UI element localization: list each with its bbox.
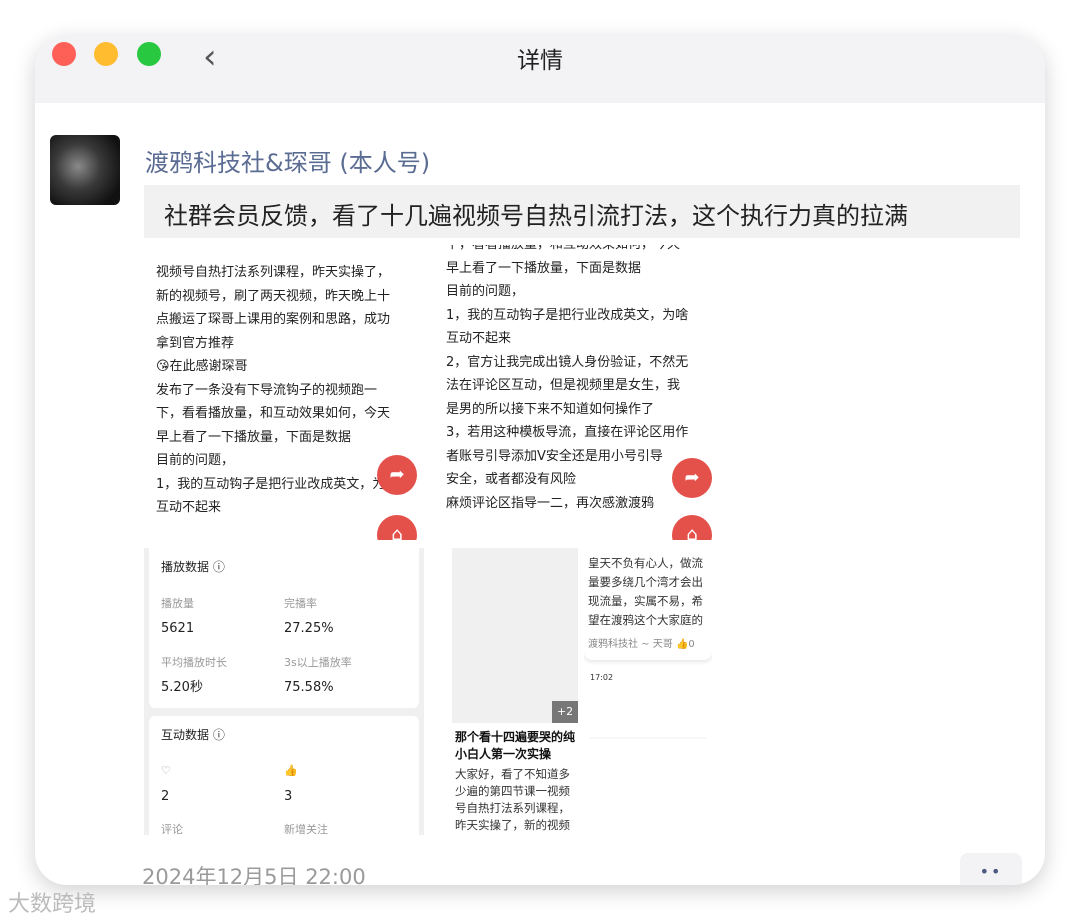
metric-label: 新增关注	[284, 823, 328, 835]
note-title: 那个看十四遍要哭的纯小白人第一次实操	[455, 730, 576, 761]
text-line: 互动不起来	[156, 500, 222, 515]
metric-value: 5.20秒	[161, 680, 203, 695]
metric: 新增关注4	[284, 818, 407, 835]
metric-value: 2	[161, 788, 170, 804]
like-icon[interactable]: 👍	[676, 639, 688, 650]
image-1-text: 视频号自热打法系列课程，昨天实操了， 新的视频号，刷了两天视频，昨天晚上十 点搬运了…	[156, 261, 412, 520]
home-icon[interactable]: ⌂	[672, 515, 712, 540]
image-3[interactable]: 播放数据 ⓘ 播放量 5621 完播率 27.25% 平均播放时长 5.20秒 3s以上播放…	[144, 548, 424, 835]
card-title: 互动数据 ⓘ	[161, 727, 225, 742]
metric: 完播率 27.25%	[284, 592, 407, 641]
metric: 👍 3	[284, 759, 407, 808]
text-line: 下，看看播放量，和互动效果如何，今天	[446, 245, 700, 257]
note-card: 皇天不负有心人，做流量要多绕几个湾才会出现流量，实属不易，希望在渡鸦这个大家庭的…	[584, 548, 712, 660]
metric: 播放量 5621	[161, 592, 284, 641]
avatar[interactable]	[50, 135, 120, 205]
author-name[interactable]: 渡鸦科技社&琛哥 (本人号)	[145, 143, 430, 178]
metric-label: 播放量	[161, 596, 194, 610]
post-timestamp: 2024年12月5日 22:00	[142, 865, 366, 885]
image-2-text: 下，看看播放量，和互动效果如何，今天早上看了一下播放量，下面是数据目前的问题， 1…	[446, 245, 700, 515]
text-line: 安全，或者都没有风险	[446, 472, 577, 487]
text-line: 😘在此感谢琛哥	[156, 359, 248, 374]
more-options-button[interactable]: ••	[960, 853, 1022, 885]
metric-label: 👍	[284, 764, 298, 777]
phone-time: 17:02	[590, 673, 614, 682]
metric-value: 27.25%	[284, 621, 334, 636]
image-5[interactable]: 皇天不负有心人，做流量要多绕几个湾才会出现流量，实属不易，希望在渡鸦这个大家庭的…	[584, 548, 712, 835]
metric: 平均播放时长 5.20秒	[161, 651, 284, 700]
title-bar: ‹ 详情	[35, 35, 1045, 103]
image-4[interactable]: +2 那个看十四遍要哭的纯小白人第一次实操 大家好，看了不知道多少遍的第四节课一…	[452, 548, 578, 835]
metric: 3s以上播放率 75.58%	[284, 651, 407, 700]
metric-value: 75.58%	[284, 680, 334, 695]
play-data-card: 播放数据 ⓘ 播放量 5621 完播率 27.25% 平均播放时长 5.20秒 3s以上播放…	[149, 548, 419, 708]
metric: ♡ 2	[161, 759, 284, 808]
share-icon[interactable]: ➦	[377, 455, 417, 495]
text-line: 1，我的互动钩子是把行业改成英文，为啥	[156, 476, 399, 492]
text-line: 发布了一条没有下导流钩子的视频跑一	[156, 382, 378, 398]
image-2[interactable]: 下，看看播放量，和互动效果如何，今天早上看了一下播放量，下面是数据目前的问题， 1…	[434, 245, 712, 540]
metric-value: 3	[284, 788, 293, 804]
interaction-data-card: 互动数据 ⓘ ♡2👍3评论5新增关注4	[149, 715, 419, 835]
text-line: 是男的所以接下来不知道如何操作了	[446, 401, 655, 417]
image-4-thumbnail: +2	[452, 548, 578, 723]
text-line: 互动不起来	[446, 331, 512, 346]
text-line: 者账号引导添加V安全还是用小号引导	[446, 448, 663, 464]
text-line: 拿到官方推荐	[156, 335, 235, 351]
text-line: 法在评论区互动，但是视频里是女生，我	[446, 378, 681, 393]
text-line: 3，若用这种模板导流，直接在评论区用作	[446, 425, 689, 440]
metric: 评论5	[161, 818, 284, 835]
text-line: 麻烦评论区指导一二，再次感激渡鸦	[446, 495, 655, 511]
text-line: 早上看了一下播放量，下面是数据	[446, 260, 642, 276]
text-line: 点搬运了琛哥上课用的案例和思路，成功	[156, 312, 391, 327]
metric-label: 完播率	[284, 596, 317, 610]
metric-label: 评论	[161, 823, 183, 835]
note-body: 大家好，看了不知道多少遍的第四节课一视频号自热打法系列课程，昨天实操了，新的视频…	[455, 767, 570, 832]
text-line: 早上看了一下播放量，下面是数据	[156, 429, 352, 445]
metric-label: 3s以上播放率	[284, 655, 352, 669]
image-1[interactable]: 视频号自热打法系列课程，昨天实操了， 新的视频号，刷了两天视频，昨天晚上十 点搬运了…	[144, 257, 424, 540]
text-line: 下，看看播放量，和互动效果如何，今天	[156, 406, 391, 421]
post-text: 社群会员反馈，看了十几遍视频号自热引流打法，这个执行力真的拉满	[144, 185, 1020, 238]
text-line: 视频号自热打法系列课程，昨天实操了，	[156, 265, 391, 280]
phone-screenshot: 17:02	[584, 660, 712, 835]
more-images-badge: +2	[552, 701, 578, 723]
text-line: 新的视频号，刷了两天视频，昨天晚上十	[156, 288, 391, 304]
like-count: 0	[688, 639, 695, 650]
note-author: 渡鸦科技社 ~ 天哥	[588, 639, 673, 650]
metric-label: 平均播放时长	[161, 655, 227, 669]
note-body: 皇天不负有心人，做流量要多绕几个湾才会出现流量，实属不易，希望在渡鸦这个大家庭的…	[588, 556, 703, 627]
metric-label: ♡	[161, 764, 171, 777]
text-line: 2，官方让我完成出镜人身份验证，不然无	[446, 354, 689, 370]
window-title: 详情	[517, 48, 563, 74]
text-line: 目前的问题，	[446, 284, 525, 299]
metric-value: 5621	[161, 621, 195, 636]
card-title: 播放数据 ⓘ	[161, 560, 225, 574]
text-line: 目前的问题，	[156, 453, 235, 468]
watermark: 大数跨境	[8, 892, 97, 917]
share-icon[interactable]: ➦	[672, 458, 712, 498]
app-window: ‹ 详情 渡鸦科技社&琛哥 (本人号) 社群会员反馈，看了十几遍视频号自热引流打…	[35, 35, 1045, 885]
text-line: 1，我的互动钩子是把行业改成英文，为啥	[446, 307, 689, 323]
